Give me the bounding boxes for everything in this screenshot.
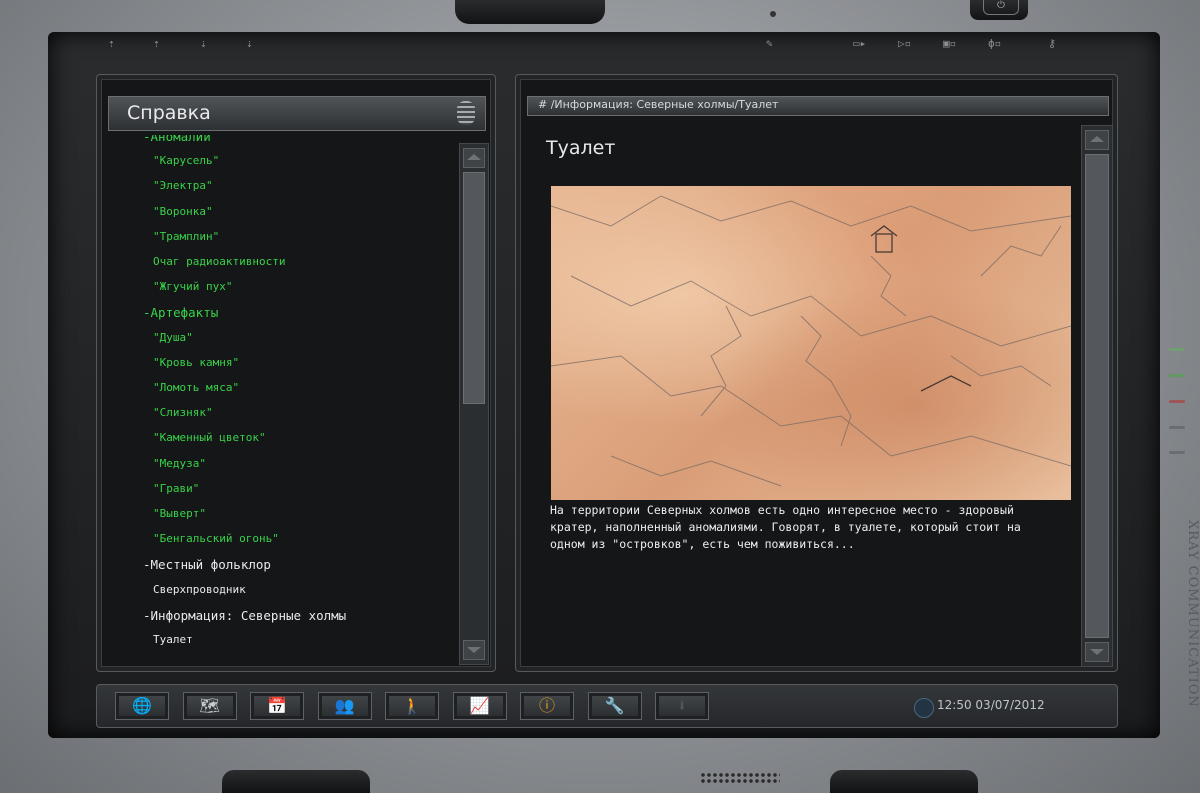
help-tree: -Аномалии "Карусель" "Электра" "Воронка" "Тр… [107,135,455,663]
scroll-up-arrow-icon[interactable] [1085,130,1109,150]
signal-icon: ⇣ [246,37,253,50]
scroll-thumb[interactable] [1085,154,1109,638]
tree-item[interactable]: "Воронка" [153,205,213,218]
pda-toolbar: 🌐 🗺 📅 👥 🚶 📈 ⓘ 🔧 ⬇ 12:50 03/07/2012 [96,684,1118,728]
coil-icon [457,101,475,125]
article-header: # /Информация: Северные холмы/Туалет [527,96,1109,116]
tree-category[interactable]: -Артефакты [143,305,218,320]
tree-item[interactable]: "Жгучий пух" [153,280,232,293]
pda-screen: ⇡ ⇡ ⇣ ⇣ ✎ ▭▸ ▷▫ ▣▫ ϕ▫ ⚷ Справка -Аномали… [48,32,1160,738]
statistics-button[interactable]: 📈 [452,692,507,720]
tree-item[interactable]: "Карусель" [153,154,219,167]
tree-item[interactable]: "Выверт" [153,507,206,520]
tree-item[interactable]: "Кровь камня" [153,356,239,369]
tree-item[interactable]: "Каменный цветок" [153,431,266,444]
tree-item[interactable]: "Грави" [153,482,199,495]
tree-category[interactable]: -Местный фольклор [143,557,271,572]
map-globe-icon: 🌐 [132,696,152,715]
contacts-button[interactable]: 👥 [317,692,372,720]
link-icon: ϕ▫ [988,37,1002,50]
download-icon: ⬇ [677,696,687,715]
tree-item[interactable]: "Душа" [153,331,193,344]
play-icon: ▷▫ [898,37,912,50]
map-button[interactable]: 🗺 [182,692,237,720]
map-icon: 🗺 [199,696,220,715]
tree-item[interactable]: "Бенгальский огонь" [153,532,279,545]
statistics-icon: 📈 [469,696,490,715]
battery-icon: ▭▸ [853,37,867,50]
signal-icon: ⇡ [108,37,115,50]
panel-title: Справка [127,102,211,124]
article-panel: # /Информация: Северные холмы/Туалет Туа… [515,74,1118,672]
mic-icon: ✎ [766,37,773,50]
info-button[interactable]: ⓘ [520,692,574,720]
clock-date: 03/07/2012 [975,698,1045,712]
scroll-down-arrow-icon[interactable] [463,640,485,660]
help-header: Справка [108,96,486,131]
scroll-thumb[interactable] [463,172,485,404]
tree-item[interactable]: "Слизняк" [153,406,213,419]
article-map-image [551,186,1071,500]
settings-button[interactable]: 🔧 [587,692,642,720]
help-tree-panel: Справка -Аномалии "Карусель" "Электра" "Вор… [96,74,496,672]
scroll-down-arrow-icon[interactable] [1085,642,1109,662]
screen-top-icons: ⇡ ⇡ ⇣ ⇣ ✎ ▭▸ ▷▫ ▣▫ ϕ▫ ⚷ [108,37,1108,53]
download-button[interactable]: ⬇ [655,692,709,720]
contacts-icon: 👥 [334,696,355,715]
power-button[interactable]: ⏻ [983,0,1019,15]
signal-icon: ⇣ [200,37,207,50]
key-icon: ⚷ [1048,37,1057,50]
clock-time: 12:50 [937,698,972,712]
tree-scrollbar[interactable] [459,143,489,665]
device-brand-label: XRAY COMMUNICATION [1185,520,1200,708]
tree-item[interactable]: "Ломоть мяса" [153,381,239,394]
calendar-icon: 📅 [267,696,287,715]
clock: 12:50 03/07/2012 [937,698,1045,712]
tree-item[interactable]: "Электра" [153,179,213,192]
signal-icon: ⇡ [153,37,160,50]
settings-icon: 🔧 [604,696,625,715]
tree-item[interactable]: Сверхпроводник [153,583,246,596]
device-notch [455,0,605,24]
device-notch [830,770,978,793]
breadcrumb: # /Информация: Северные холмы/Туалет [538,98,779,111]
article-title: Туалет [546,137,616,159]
article-scrollbar[interactable] [1081,125,1113,667]
tree-item[interactable]: Туалет [153,633,193,646]
device-sensor [770,11,776,17]
clock-icon [914,698,934,718]
tree-item[interactable]: "Трамплин" [153,230,219,243]
character-icon: 🚶 [402,696,422,715]
article-description: На территории Северных холмов есть одно … [550,503,1021,551]
calendar-button[interactable]: 📅 [250,692,304,720]
tree-category[interactable]: -Аномалии [143,135,211,144]
screen-icon: ▣▫ [943,37,957,50]
speaker-grill [700,772,780,784]
tree-category[interactable]: -Информация: Северные холмы [143,608,346,623]
map-globe-button[interactable]: 🌐 [115,692,169,720]
device-notch [222,770,370,793]
tree-item[interactable]: "Медуза" [153,457,206,470]
info-icon: ⓘ [538,696,555,715]
tree-item[interactable]: Очаг радиоактивности [153,255,285,268]
character-button[interactable]: 🚶 [385,692,439,720]
scroll-up-arrow-icon[interactable] [463,148,485,168]
